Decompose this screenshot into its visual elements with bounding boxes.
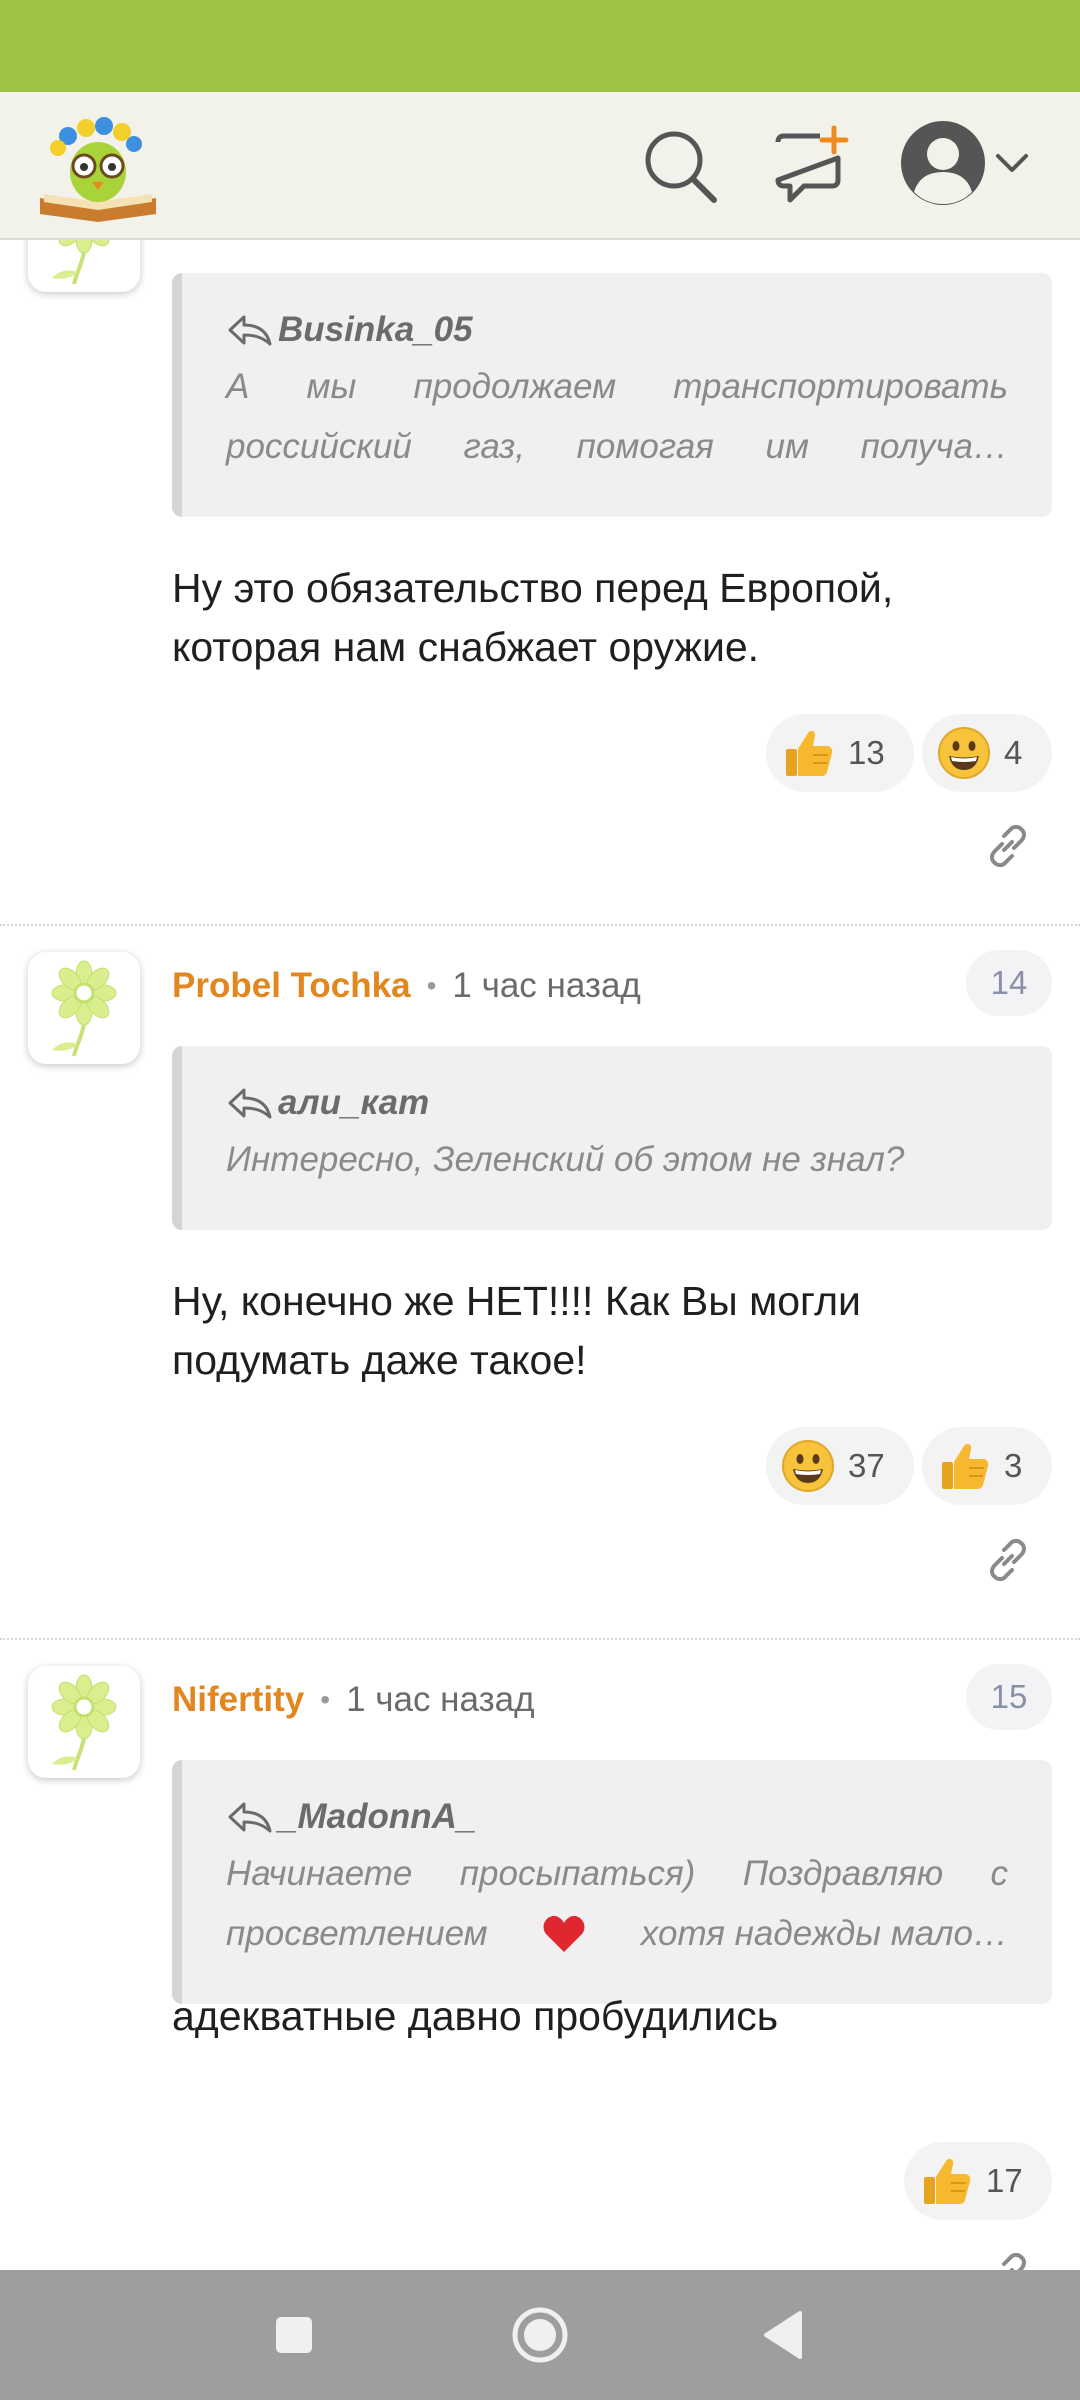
- back-icon[interactable]: [752, 2303, 816, 2367]
- comment-meta: Probel Tochka • 1 час назад: [172, 966, 641, 1006]
- reply-icon: [226, 313, 274, 347]
- quote-author: али_кат: [226, 1076, 1008, 1130]
- quote-text: российский газ, помогая им получа…: [226, 427, 1008, 466]
- reaction-grinning-face[interactable]: 4: [922, 714, 1052, 792]
- app-header: [0, 92, 1080, 240]
- chevron-down-icon[interactable]: [992, 142, 1032, 182]
- quote-text: Интересно, Зеленский об этом не знал?: [226, 1140, 905, 1179]
- comment-time: 1 час назад: [346, 1680, 535, 1719]
- new-message-icon[interactable]: [770, 124, 854, 208]
- thumbs-up-icon: [780, 725, 836, 781]
- quote-author: _MadonnA_: [226, 1790, 1008, 1844]
- quote-text: А мы продолжаем транспортировать: [226, 367, 1008, 406]
- comment-text: адекватные давно пробудились: [172, 1993, 779, 2039]
- quote-block[interactable]: _MadonnA_ Начинаете просыпаться) Поздрав…: [172, 1760, 1052, 2004]
- grinning-face-icon: [780, 1438, 836, 1494]
- link-icon[interactable]: [982, 1534, 1034, 1586]
- owl-book-logo[interactable]: [34, 106, 162, 224]
- comment-text: Ну это обязательство перед Европой, кото…: [172, 565, 894, 670]
- quote-text: Начинаете просыпаться) Поздравляю с: [226, 1854, 1008, 1893]
- user-avatar[interactable]: [28, 1666, 140, 1778]
- reply-icon: [226, 1086, 274, 1120]
- comment-meta: Nifertity • 1 час назад: [172, 1680, 535, 1720]
- user-avatar[interactable]: [28, 952, 140, 1064]
- thumbs-up-icon: [936, 1438, 992, 1494]
- link-icon[interactable]: [982, 2248, 1034, 2270]
- reaction-thumbs-up[interactable]: 13: [766, 714, 914, 792]
- comment-number-badge[interactable]: 14: [966, 950, 1052, 1016]
- quote-text: просветлением хотя надежды мало…: [226, 1914, 1008, 1953]
- comment-separator: [0, 924, 1080, 926]
- reaction-grinning-face[interactable]: 37: [766, 1427, 914, 1505]
- search-icon[interactable]: [638, 124, 722, 208]
- comment-author[interactable]: Probel Tochka: [172, 966, 411, 1006]
- profile-icon[interactable]: [898, 118, 988, 208]
- comment-text: Ну, конечно же НЕТ!!!! Как Вы могли поду…: [172, 1278, 861, 1383]
- thumbs-up-icon: [918, 2153, 974, 2209]
- status-bar: [0, 0, 1080, 92]
- reaction-thumbs-up[interactable]: 3: [922, 1427, 1052, 1505]
- reply-icon: [226, 1800, 274, 1834]
- user-avatar[interactable]: [28, 240, 140, 292]
- grinning-face-icon: [936, 725, 992, 781]
- quote-block[interactable]: али_кат Интересно, Зеленский об этом не …: [172, 1046, 1052, 1230]
- link-icon[interactable]: [982, 820, 1034, 872]
- comment-separator: [0, 1638, 1080, 1640]
- reaction-thumbs-up[interactable]: 17: [904, 2142, 1052, 2220]
- home-icon[interactable]: [508, 2303, 572, 2367]
- comments-feed: Businka_05 А мы продолжаем транспортиров…: [0, 240, 1080, 2270]
- comment-number-badge[interactable]: 15: [966, 1664, 1052, 1730]
- recent-apps-icon[interactable]: [262, 2303, 326, 2367]
- quote-block[interactable]: Businka_05 А мы продолжаем транспортиров…: [172, 273, 1052, 517]
- system-nav-bar: [0, 2270, 1080, 2400]
- red-heart-icon: [543, 1916, 585, 1952]
- comment-time: 1 час назад: [452, 966, 641, 1005]
- comment-author[interactable]: Nifertity: [172, 1680, 304, 1720]
- quote-author: Businka_05: [226, 303, 1008, 357]
